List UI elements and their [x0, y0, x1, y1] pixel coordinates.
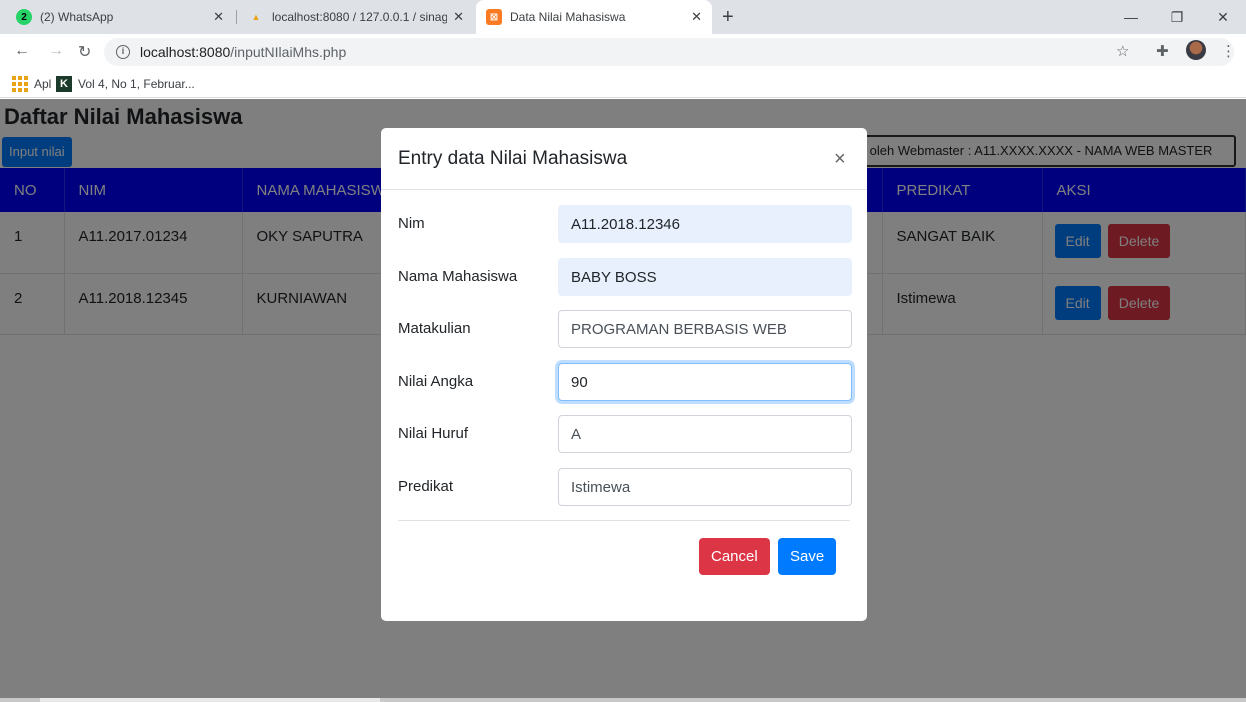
bookmark-label: Vol 4, No 1, Februar...: [78, 77, 195, 91]
nilai-huruf-input[interactable]: [558, 415, 852, 453]
forward-icon[interactable]: →: [48, 42, 64, 60]
tab-data-nilai[interactable]: ⊠ Data Nilai Mahasiswa ✕: [476, 0, 712, 34]
modal-header: Entry data Nilai Mahasiswa ×: [381, 128, 867, 190]
field-label: Nama Mahasiswa: [398, 268, 518, 285]
nim-input[interactable]: [558, 205, 852, 243]
restore-icon[interactable]: ❐: [1154, 0, 1200, 34]
horizontal-scrollbar[interactable]: [0, 698, 1246, 702]
bookmark-apps[interactable]: Apl: [12, 76, 51, 92]
tab-phpmyadmin[interactable]: ▲ localhost:8080 / 127.0.0.1 / sinag ✕: [238, 0, 474, 34]
field-label: Matakulian: [398, 320, 471, 337]
close-window-icon[interactable]: ✕: [1200, 0, 1246, 34]
apps-icon: [12, 76, 28, 92]
url-text[interactable]: localhost:8080/inputNIlaiMhs.php: [140, 44, 346, 60]
field-label: Predikat: [398, 478, 454, 495]
field-predikat: Predikat: [398, 468, 852, 506]
bookmark-label: Apl: [34, 77, 52, 91]
close-icon[interactable]: ×: [834, 148, 846, 171]
bookmark-journal[interactable]: K Vol 4, No 1, Februar...: [56, 76, 195, 92]
tab-separator: [236, 10, 237, 24]
field-nilai-huruf: Nilai Huruf: [398, 415, 852, 453]
field-nim: Nim: [398, 205, 852, 243]
menu-icon[interactable]: ⋮: [1221, 42, 1236, 60]
back-icon[interactable]: ←: [14, 42, 30, 60]
tab-label: (2) WhatsApp: [40, 10, 114, 24]
whatsapp-icon: 2: [16, 9, 32, 25]
star-icon[interactable]: ☆: [1116, 42, 1129, 60]
extensions-icon[interactable]: ✚: [1156, 42, 1169, 60]
reload-icon[interactable]: ↻: [78, 42, 91, 62]
matakuliah-input[interactable]: [558, 310, 852, 348]
bookmarks-bar: Apl K Vol 4, No 1, Februar...: [0, 70, 1246, 98]
field-nilai-angka: Nilai Angka: [398, 363, 852, 401]
cancel-button[interactable]: Cancel: [699, 538, 770, 575]
browser-tab-bar: 2 (2) WhatsApp ✕ ▲ localhost:8080 / 127.…: [0, 0, 1246, 34]
field-label: Nim: [398, 215, 425, 232]
scrollbar-thumb[interactable]: [40, 698, 380, 702]
tab-label: localhost:8080 / 127.0.0.1 / sinag: [272, 10, 448, 24]
close-tab-icon[interactable]: ✕: [213, 9, 224, 25]
close-tab-icon[interactable]: ✕: [691, 9, 702, 25]
info-icon[interactable]: i: [116, 45, 130, 59]
close-tab-icon[interactable]: ✕: [453, 9, 464, 25]
modal-title: Entry data Nilai Mahasiswa: [398, 148, 628, 169]
field-label: Nilai Huruf: [398, 425, 469, 442]
entry-modal: Entry data Nilai Mahasiswa × Nim Nama Ma…: [381, 128, 867, 621]
nama-input[interactable]: [558, 258, 852, 296]
nilai-angka-input[interactable]: [558, 363, 852, 401]
avatar[interactable]: [1186, 40, 1206, 60]
tab-whatsapp[interactable]: 2 (2) WhatsApp ✕: [6, 0, 234, 34]
tab-label: Data Nilai Mahasiswa: [510, 10, 626, 24]
modal-divider: [398, 520, 850, 521]
field-nama: Nama Mahasiswa: [398, 258, 852, 296]
xampp-icon: ⊠: [486, 9, 502, 25]
k-icon: K: [56, 76, 72, 92]
new-tab-icon[interactable]: +: [722, 6, 734, 29]
field-label: Nilai Angka: [398, 373, 474, 390]
minimize-icon[interactable]: —: [1108, 0, 1154, 34]
phpmyadmin-icon: ▲: [251, 12, 261, 22]
predikat-input[interactable]: [558, 468, 852, 506]
save-button[interactable]: Save: [778, 538, 837, 575]
field-matakuliah: Matakulian: [398, 310, 852, 348]
